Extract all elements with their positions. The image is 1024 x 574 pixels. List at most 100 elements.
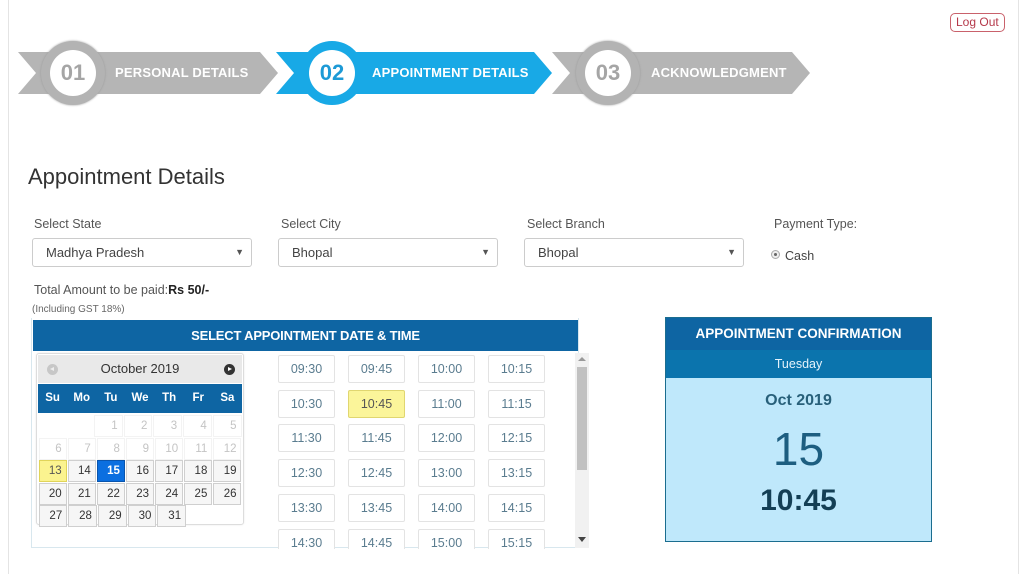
time-slot[interactable]: 11:15 (488, 389, 545, 418)
calendar-day: 7 (67, 437, 96, 460)
calendar-day[interactable]: 14 (67, 460, 96, 482)
time-slot[interactable]: 15:00 (418, 528, 475, 549)
calendar-day[interactable]: 21 (67, 482, 96, 505)
confirmation-month-year: Oct 2019 (765, 392, 832, 409)
calendar-empty-cell (39, 415, 66, 437)
calendar-day[interactable]: 25 (184, 482, 213, 505)
calendar-empty-cell (66, 415, 93, 437)
prev-month-icon[interactable] (47, 364, 58, 375)
time-slot[interactable]: 12:15 (488, 424, 545, 453)
calendar-day-selected[interactable]: 15 (96, 460, 125, 482)
next-month-icon[interactable] (224, 364, 235, 375)
city-label: Select City (281, 217, 341, 231)
calendar-weekday-row: Su Mo Tu We Th Fr Sa (38, 384, 242, 413)
calendar-day[interactable]: 18 (184, 460, 213, 482)
gst-note: (Including GST 18%) (32, 304, 125, 315)
time-slot[interactable]: 13:45 (348, 493, 405, 522)
confirmation-weekday: Tuesday (666, 350, 931, 378)
calendar-day: 6 (38, 437, 67, 460)
datetime-panel-header: SELECT APPOINTMENT DATE & TIME (33, 320, 578, 351)
step-number: 02 (309, 50, 355, 96)
calendar-day[interactable]: 19 (213, 460, 242, 482)
time-slot[interactable]: 09:45 (348, 355, 405, 383)
logout-button[interactable]: Log Out (950, 13, 1005, 32)
calendar-day[interactable]: 24 (155, 482, 184, 505)
weekday-label: Tu (104, 392, 118, 404)
time-slot[interactable]: 13:15 (488, 459, 545, 488)
calendar-empty-cell (215, 505, 242, 527)
calendar-day[interactable]: 23 (125, 482, 155, 505)
time-slot-selected[interactable]: 10:45 (348, 389, 405, 418)
calendar-grid: 1 2 3 4 5 6 7 8 9 10 11 12 13 14 15 16 17 18 19 20 21 22 23 24 2… (38, 415, 242, 528)
time-slot[interactable]: 10:30 (278, 389, 335, 418)
confirmation-time: 10:45 (760, 484, 837, 517)
step-label: APPOINTMENT DETAILS (372, 65, 529, 80)
payment-cash-label[interactable]: Cash (785, 249, 814, 263)
confirmation-header: APPOINTMENT CONFIRMATION (666, 318, 931, 350)
calendar-day[interactable]: 28 (68, 505, 97, 527)
step-number-badge: 02 (300, 41, 364, 105)
calendar-day: 12 (213, 437, 242, 460)
payment-cash-radio[interactable] (771, 250, 780, 259)
branch-select-value: Bhopal (538, 245, 579, 260)
calendar-day[interactable]: 30 (127, 505, 157, 527)
branch-label: Select Branch (527, 217, 605, 231)
time-slot[interactable]: 11:00 (418, 389, 475, 418)
page-title: Appointment Details (28, 164, 225, 189)
step-acknowledgment: 03 ACKNOWLEDGMENT (552, 41, 810, 105)
dropdown-arrow-icon: ▼ (481, 247, 490, 257)
scroll-down-icon[interactable] (578, 537, 586, 542)
time-slot[interactable]: 13:00 (418, 459, 475, 488)
calendar-week-row: 20 21 22 23 24 25 26 (38, 482, 242, 505)
time-slot[interactable]: 12:00 (418, 424, 475, 453)
calendar-week-row: 6 7 8 9 10 11 12 (38, 437, 242, 460)
city-select-value: Bhopal (292, 245, 333, 260)
calendar-day[interactable]: 13 (38, 460, 67, 482)
calendar-week-row: 27 28 29 30 31 (38, 505, 242, 527)
calendar-day: 4 (183, 415, 212, 437)
time-slot[interactable]: 14:30 (278, 528, 335, 549)
state-select[interactable]: Madhya Pradesh ▼ (32, 238, 252, 267)
scroll-up-icon[interactable] (578, 357, 586, 361)
calendar-day[interactable]: 29 (97, 505, 127, 527)
calendar-header: October 2019 (38, 355, 242, 383)
city-select[interactable]: Bhopal ▼ (278, 238, 498, 267)
weekday-label: Su (45, 392, 60, 404)
time-slot[interactable]: 12:45 (348, 459, 405, 488)
time-slot[interactable]: 11:30 (278, 424, 335, 453)
step-label: PERSONAL DETAILS (115, 65, 249, 80)
calendar-day: 11 (184, 437, 213, 460)
time-slot[interactable]: 14:00 (418, 493, 475, 522)
weekday-label: Sa (220, 392, 235, 404)
time-slot[interactable]: 15:15 (488, 528, 545, 549)
time-slot[interactable]: 14:45 (348, 528, 405, 549)
calendar-day[interactable]: 20 (38, 482, 67, 505)
weekday-label: We (131, 392, 149, 404)
calendar-day[interactable]: 22 (96, 482, 125, 505)
time-slot[interactable]: 11:45 (348, 424, 405, 453)
calendar-day: 2 (123, 415, 153, 437)
state-label: Select State (34, 217, 102, 231)
calendar: October 2019 Su Mo Tu We Th Fr Sa 1 2 3 4 5 6 7 8 9 10 1… (36, 353, 244, 528)
time-slot[interactable]: 13:30 (278, 493, 335, 522)
scroll-thumb[interactable] (577, 367, 587, 470)
calendar-day[interactable]: 17 (155, 460, 184, 482)
time-slot[interactable]: 09:30 (278, 355, 335, 383)
weekday-label: Th (162, 392, 177, 404)
calendar-day[interactable]: 16 (125, 460, 155, 482)
calendar-day[interactable]: 26 (213, 482, 242, 505)
calendar-day: 9 (125, 437, 155, 460)
calendar-day[interactable]: 27 (38, 505, 68, 527)
calendar-day[interactable]: 31 (157, 505, 187, 527)
time-slot-grid: 09:30 09:45 10:00 10:15 10:30 10:45 11:00 11:15… (275, 353, 575, 549)
payment-type-label: Payment Type: (774, 217, 858, 231)
step-number-badge: 01 (41, 41, 105, 105)
step-personal-details: 01 PERSONAL DETAILS (18, 41, 278, 105)
time-slots-scrollbar[interactable] (575, 353, 589, 548)
appointment-confirmation-card: APPOINTMENT CONFIRMATION Tuesday Oct 201… (665, 317, 932, 542)
time-slot[interactable]: 12:30 (278, 459, 335, 488)
branch-select[interactable]: Bhopal ▼ (524, 238, 744, 267)
time-slot[interactable]: 14:15 (488, 493, 545, 522)
time-slot[interactable]: 10:15 (488, 355, 545, 383)
time-slot[interactable]: 10:00 (418, 355, 475, 383)
